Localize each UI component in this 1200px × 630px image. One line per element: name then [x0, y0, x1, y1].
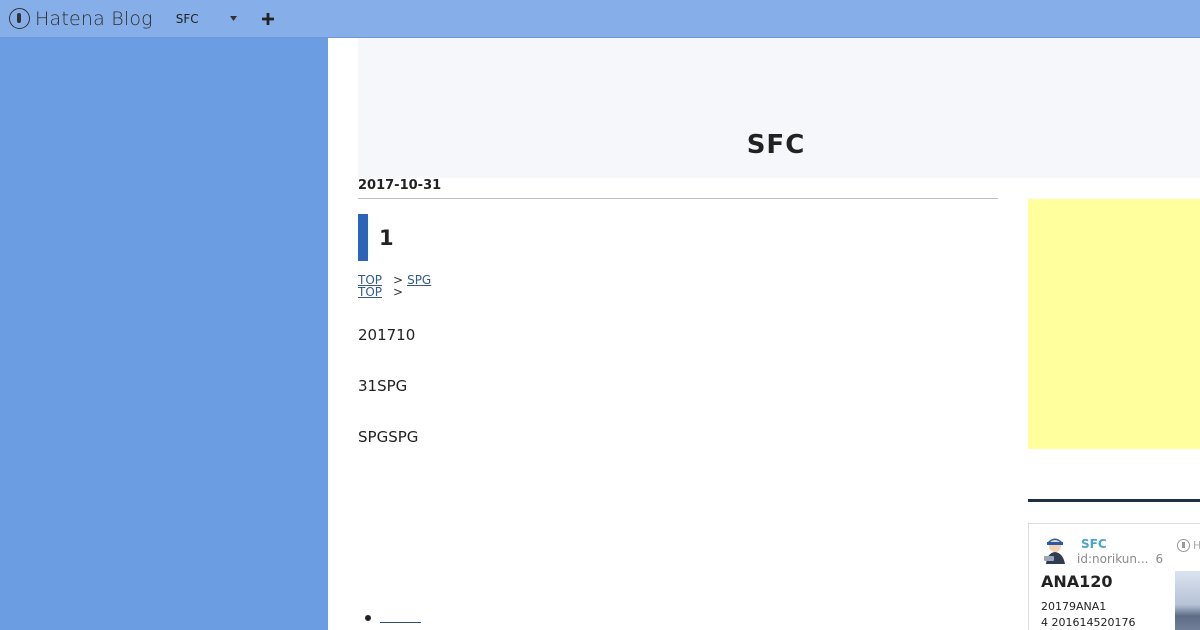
entry-paragraph: SPGSPG	[358, 428, 419, 446]
plus-icon[interactable]	[261, 12, 275, 26]
hatena-blog-logo[interactable]: Hatena Blog	[9, 0, 153, 38]
sidebar-divider	[1028, 499, 1200, 502]
entry-title[interactable]: 1	[379, 226, 394, 250]
profile-id-text: id:norikun...	[1077, 552, 1149, 566]
entry-date[interactable]: 2017-10-31	[358, 178, 998, 199]
breadcrumb-row: TOP >	[358, 286, 998, 298]
breadcrumb-row: TOP > SPG	[358, 274, 998, 286]
card-thumbnail[interactable]	[1175, 571, 1200, 630]
profile-card[interactable]: SFC id:norikun... 6 H ANA120 20179ANA1 4 …	[1028, 523, 1200, 630]
article: 2017-10-31 1 TOP > SPG TOP > 201710 31SP…	[358, 178, 998, 446]
hatena-logo-icon	[9, 8, 30, 29]
card-text-line: 20179ANA1	[1041, 600, 1107, 613]
title-accent-bar	[358, 214, 368, 261]
hatena-mini-label: H	[1193, 539, 1200, 552]
avatar[interactable]	[1041, 536, 1071, 566]
bullet-icon	[365, 614, 371, 621]
profile-count: 6	[1155, 552, 1164, 566]
global-header: Hatena Blog SFC	[0, 0, 1200, 38]
list-item-link[interactable]	[380, 612, 421, 623]
profile-id: id:norikun... 6	[1077, 552, 1163, 566]
hatena-mini-link[interactable]: H	[1177, 539, 1200, 552]
sidebar-ad[interactable]	[1028, 199, 1200, 449]
left-background-band	[0, 38, 328, 630]
entry-paragraph: 31SPG	[358, 377, 408, 395]
blog-name-menu[interactable]: SFC	[176, 12, 199, 26]
chevron-down-icon[interactable]	[229, 14, 239, 24]
profile-name[interactable]: SFC	[1081, 537, 1107, 551]
card-title[interactable]: ANA120	[1041, 572, 1113, 591]
blog-title[interactable]: SFC	[358, 130, 1194, 160]
logo-text: Hatena Blog	[35, 7, 153, 30]
entry-paragraph: 201710	[358, 326, 416, 344]
hatena-logo-icon	[1177, 539, 1190, 552]
entry-title-block: 1	[358, 214, 998, 261]
card-text: 20179ANA1 4 201614520176	[1041, 599, 1135, 630]
blog-header: SFC	[358, 38, 1200, 178]
breadcrumb: TOP > SPG TOP >	[358, 274, 998, 298]
breadcrumb-top-link[interactable]: TOP	[358, 286, 382, 298]
entry-link-list	[358, 612, 421, 623]
card-text-line: 4 201614520176	[1041, 616, 1136, 629]
breadcrumb-separator: >	[393, 285, 404, 299]
list-item	[358, 612, 421, 623]
breadcrumb-spg-link[interactable]: SPG	[407, 274, 431, 286]
